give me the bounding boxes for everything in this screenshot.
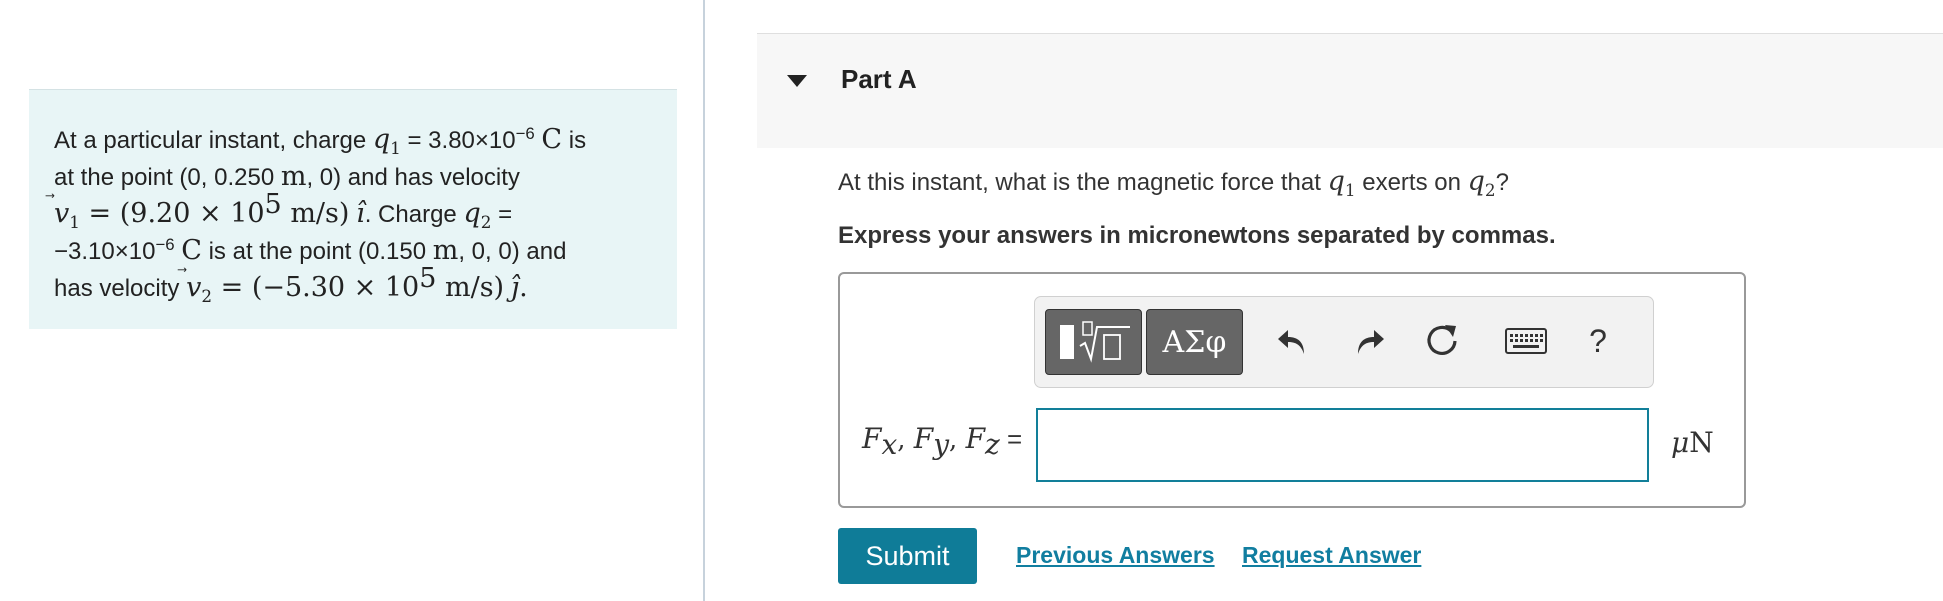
- unit-vector-i: ı̂: [356, 198, 365, 229]
- v2-symbol: v⃗: [186, 272, 201, 303]
- column-divider: [703, 0, 705, 601]
- unit: C: [541, 124, 563, 155]
- q2-symbol: q: [463, 198, 481, 229]
- question-text: At this instant, what is the magnetic fo…: [838, 166, 1509, 200]
- unit-vector-j: ȷ̂: [510, 272, 520, 303]
- collapse-caret-icon[interactable]: [787, 75, 807, 87]
- unit: m: [432, 235, 459, 266]
- text: is: [562, 127, 587, 154]
- text: exerts on: [1355, 169, 1468, 196]
- fz-subscript: z: [985, 428, 1000, 462]
- text: =: [79, 198, 120, 229]
- fx-subscript: x: [881, 428, 898, 462]
- help-icon: ?: [1589, 322, 1607, 359]
- answer-box: ΑΣφ ? Fx, Fy, Fz = μN: [838, 272, 1746, 508]
- text: ,: [897, 425, 914, 455]
- fy-symbol: F: [913, 422, 934, 455]
- unit: m: [280, 161, 307, 192]
- q1-subscript: 1: [390, 137, 401, 158]
- q1-symbol: q: [1327, 166, 1345, 197]
- templates-button[interactable]: [1045, 309, 1142, 375]
- exponent: −6: [515, 124, 535, 143]
- v1-symbol: v⃗: [54, 198, 69, 229]
- request-answer-link[interactable]: Request Answer: [1242, 542, 1421, 569]
- help-button[interactable]: ?: [1576, 319, 1620, 363]
- q1-subscript: 1: [1344, 179, 1356, 200]
- text: At this instant, what is the magnetic fo…: [838, 169, 1328, 196]
- reset-icon: [1427, 325, 1457, 355]
- redo-button[interactable]: [1347, 319, 1391, 363]
- keyboard-icon: [1505, 328, 1547, 354]
- text: = 3.80×10: [400, 127, 516, 154]
- problem-line-5: has velocity v⃗2 = (−5.30 × 105 m/s) ȷ̂.: [54, 265, 653, 307]
- text: =: [999, 424, 1023, 454]
- part-title: Part A: [841, 64, 917, 94]
- v1-subscript: 1: [69, 211, 80, 232]
- symbols-button[interactable]: ΑΣφ: [1146, 309, 1243, 375]
- problem-line-1: At a particular instant, charge q1 = 3.8…: [54, 122, 653, 159]
- redo-icon: [1358, 330, 1384, 354]
- unit: C: [181, 235, 202, 266]
- problem-line-2: at the point (0, 0.250 m, 0) and has vel…: [54, 159, 653, 196]
- answer-instructions: Express your answers in micronewtons sep…: [838, 222, 1556, 249]
- templates-icon: [1059, 321, 1130, 363]
- text: is at the point (0.150: [201, 238, 433, 265]
- text: v: [186, 272, 202, 303]
- symbols-label: ΑΣφ: [1162, 324, 1227, 360]
- fy-subscript: y: [933, 428, 950, 462]
- answer-input[interactable]: [1036, 408, 1649, 482]
- part-header[interactable]: Part A: [757, 33, 1943, 148]
- previous-answers-link[interactable]: Previous Answers: [1016, 542, 1215, 569]
- text: v: [54, 198, 70, 229]
- math-toolbar: ΑΣφ ?: [1034, 296, 1654, 388]
- text: ,: [949, 425, 966, 455]
- reset-button[interactable]: [1420, 319, 1464, 363]
- exponent: 5: [419, 263, 437, 294]
- problem-line-4: −3.10×10−6 C is at the point (0.150 m, 0…: [54, 233, 653, 270]
- submit-button[interactable]: Submit: [838, 528, 977, 584]
- undo-button[interactable]: [1271, 319, 1315, 363]
- unit: m/s): [436, 272, 505, 303]
- text: ?: [1495, 169, 1509, 196]
- text: has velocity: [54, 275, 187, 302]
- text: , 0) and has velocity: [306, 164, 520, 191]
- undo-icon: [1278, 330, 1304, 354]
- q2-subscript: 2: [480, 211, 492, 232]
- text: .: [519, 272, 528, 303]
- text: μ: [1671, 426, 1690, 459]
- answer-unit: μN: [1671, 426, 1714, 459]
- text: . Charge: [364, 201, 464, 228]
- exponent: 5: [264, 189, 282, 220]
- fz-symbol: F: [965, 422, 985, 455]
- v2-subscript: 2: [201, 285, 213, 306]
- text: =: [212, 272, 252, 303]
- q2-symbol: q: [1467, 166, 1485, 197]
- problem-line-3: v⃗1 = (9.20 × 105 m/s) ı̂. Charge q2 =: [54, 191, 653, 233]
- unit: m/s): [281, 198, 350, 229]
- exponent: −6: [155, 235, 175, 254]
- text: (9.20 × 10: [119, 198, 265, 229]
- problem-statement: At a particular instant, charge q1 = 3.8…: [29, 89, 677, 329]
- text: , 0, 0) and: [458, 238, 567, 265]
- text: At a particular instant, charge: [54, 127, 373, 154]
- keyboard-button[interactable]: [1501, 319, 1551, 363]
- text: −3.10×10: [54, 238, 156, 265]
- q2-subscript: 2: [1484, 179, 1496, 200]
- fx-symbol: F: [862, 422, 882, 455]
- answer-label: Fx, Fy, Fz =: [862, 422, 1023, 459]
- q1-symbol: q: [372, 124, 391, 155]
- text: (−5.30 × 10: [251, 272, 420, 303]
- text: at the point (0, 0.250: [54, 164, 281, 191]
- text: N: [1689, 426, 1714, 459]
- text: =: [491, 201, 513, 228]
